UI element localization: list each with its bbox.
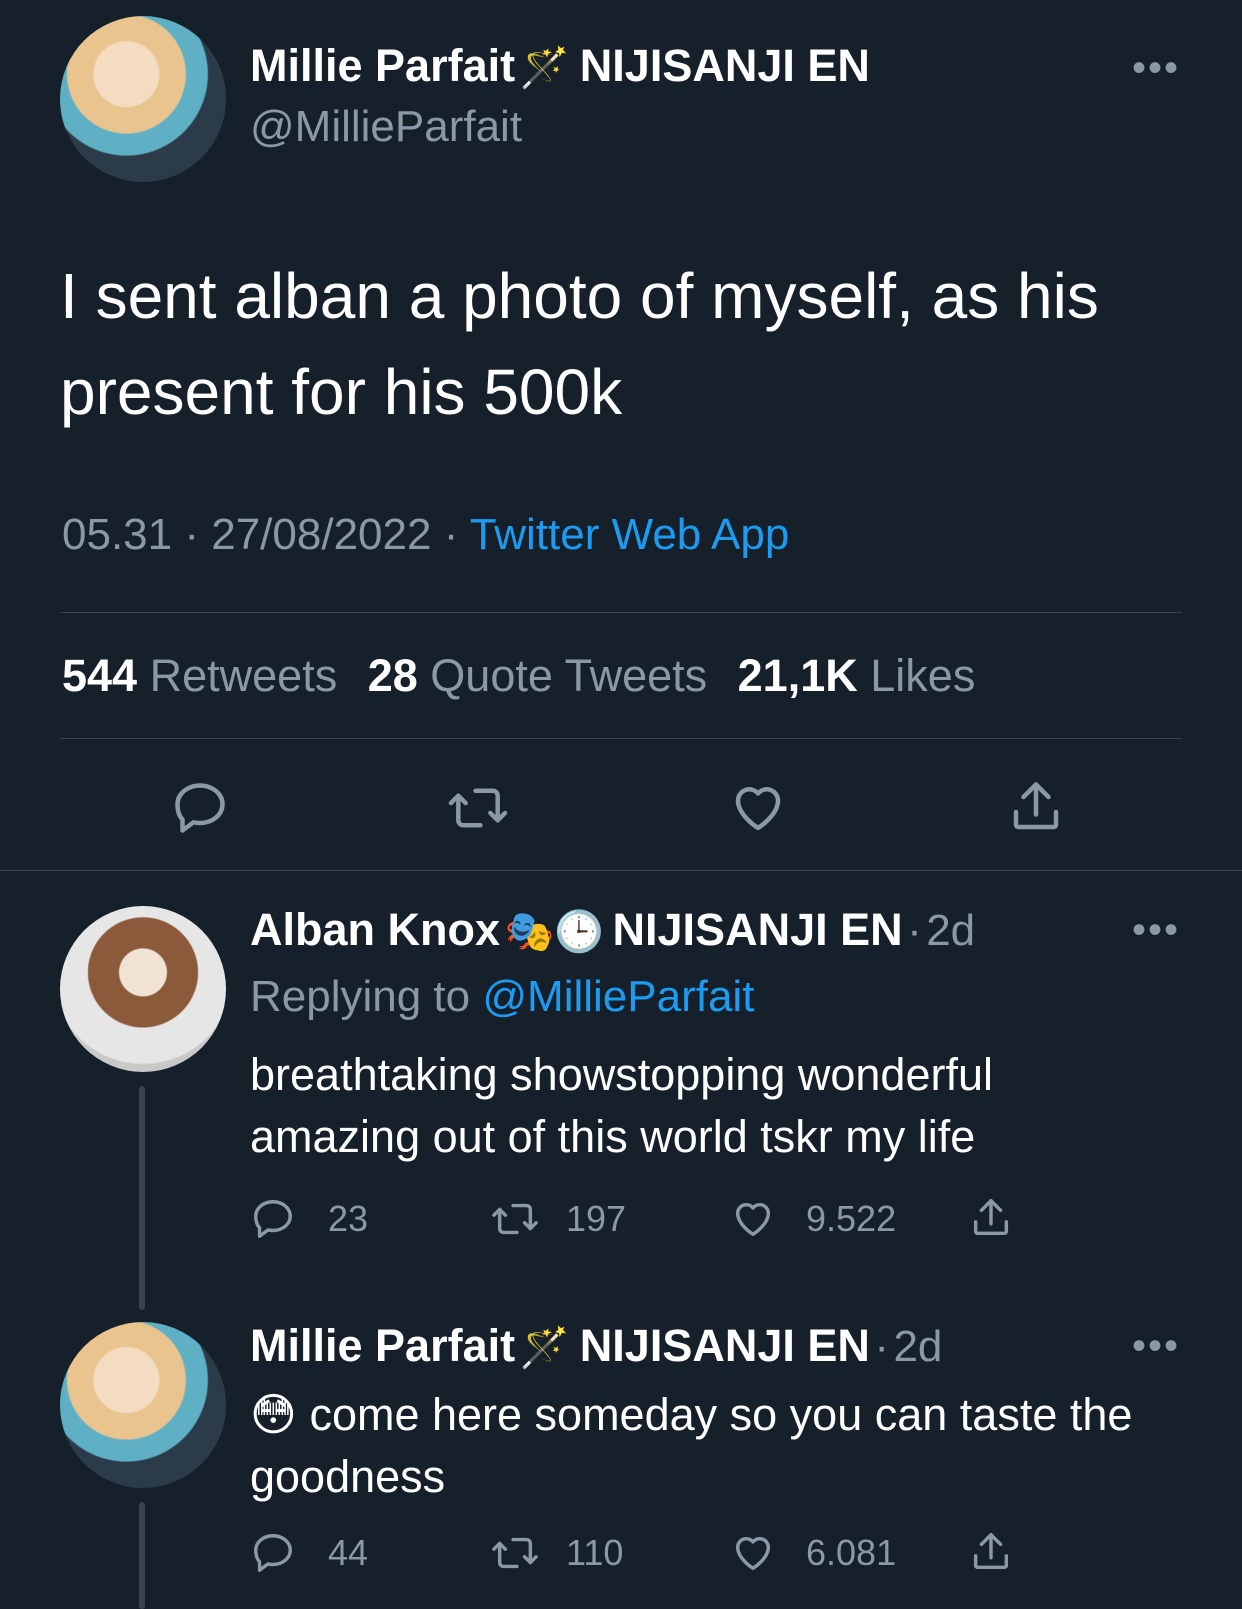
reply-time[interactable]: 2d xyxy=(926,906,975,955)
reply-count: 23 xyxy=(328,1198,369,1239)
wand-emoji: 🪄 xyxy=(519,1326,570,1370)
quote-tweets-stat[interactable]: 28 Quote Tweets xyxy=(368,650,707,701)
more-options-icon[interactable]: ••• xyxy=(1132,48,1180,88)
reply-text-body: come here someday so you can taste the g… xyxy=(250,1389,1133,1502)
author-name[interactable]: Millie Parfait xyxy=(250,40,515,91)
affiliation: NIJISANJI EN xyxy=(579,40,870,91)
reply-icon[interactable] xyxy=(250,1196,296,1242)
author-row: Millie Parfait 🪄 NIJISANJI EN · 2d xyxy=(250,1320,942,1372)
separator: · xyxy=(443,510,459,559)
avatar[interactable] xyxy=(60,16,226,182)
tweet-text: I sent alban a photo of myself, as his p… xyxy=(60,260,1099,428)
separator: · xyxy=(184,510,199,559)
replying-handle[interactable]: @MillieParfait xyxy=(482,972,754,1021)
retweets-stat[interactable]: 544 Retweets xyxy=(62,650,337,701)
thread-line xyxy=(139,1086,145,1310)
more-options-icon[interactable]: ••• xyxy=(1132,1326,1180,1366)
share-icon[interactable] xyxy=(1006,776,1066,838)
thread-line xyxy=(139,1502,145,1609)
tweet-date[interactable]: 27/08/2022 xyxy=(211,510,431,559)
like-icon[interactable] xyxy=(730,1196,776,1242)
separator: · xyxy=(907,906,922,955)
author-handle[interactable]: @MillieParfait xyxy=(250,102,522,152)
divider xyxy=(60,738,1182,739)
separator: · xyxy=(874,1322,889,1371)
like-count: 6.081 xyxy=(806,1532,897,1573)
retweet-icon[interactable] xyxy=(490,1530,540,1576)
reply-icon[interactable] xyxy=(250,1530,296,1576)
reply-action-bar: 44 110 6.081 xyxy=(250,1530,1030,1578)
like-count: 9.522 xyxy=(806,1198,897,1239)
engagement-stats: 544 Retweets 28 Quote Tweets 21,1K Likes xyxy=(62,650,975,702)
mask-clock-emoji: 🎭🕒 xyxy=(504,910,605,954)
tweet-time[interactable]: 05.31 xyxy=(62,510,172,559)
replying-prefix: Replying to xyxy=(250,972,471,1021)
affiliation: NIJISANJI EN xyxy=(612,904,903,955)
retweet-count: 197 xyxy=(566,1198,627,1239)
tweet-meta: 05.31 · 27/08/2022 · Twitter Web App xyxy=(62,510,789,560)
author-row: Millie Parfait 🪄 NIJISANJI EN xyxy=(250,40,870,92)
replying-to: Replying to @MillieParfait xyxy=(250,972,754,1022)
retweet-icon[interactable] xyxy=(490,1196,540,1242)
wand-emoji: 🪄 xyxy=(519,46,570,90)
flushed-emoji: 😳 xyxy=(250,1389,297,1440)
tweet-source[interactable]: Twitter Web App xyxy=(470,510,790,559)
share-icon[interactable] xyxy=(968,1194,1014,1242)
reply-text: breathtaking showstopping wonderful amaz… xyxy=(250,1049,993,1162)
reply-text: 😳 come here someday so you can taste the… xyxy=(250,1384,1150,1508)
like-icon[interactable] xyxy=(728,778,788,838)
more-options-icon[interactable]: ••• xyxy=(1132,910,1180,950)
share-icon[interactable] xyxy=(968,1528,1014,1576)
avatar[interactable] xyxy=(60,906,226,1072)
author-name[interactable]: Alban Knox xyxy=(250,904,500,955)
avatar[interactable] xyxy=(60,1322,226,1488)
author-name[interactable]: Millie Parfait xyxy=(250,1320,515,1371)
divider xyxy=(0,870,1242,871)
reply-icon[interactable] xyxy=(170,778,230,838)
reply-action-bar: 23 197 9.522 xyxy=(250,1196,1030,1244)
divider xyxy=(60,612,1182,613)
retweet-icon[interactable] xyxy=(446,778,510,838)
retweet-count: 110 xyxy=(566,1532,624,1573)
affiliation: NIJISANJI EN xyxy=(579,1320,870,1371)
like-icon[interactable] xyxy=(730,1530,776,1576)
reply-time[interactable]: 2d xyxy=(893,1322,942,1371)
reply-count: 44 xyxy=(328,1532,369,1573)
author-row: Alban Knox 🎭🕒 NIJISANJI EN · 2d xyxy=(250,904,975,956)
likes-stat[interactable]: 21,1K Likes xyxy=(738,650,976,701)
